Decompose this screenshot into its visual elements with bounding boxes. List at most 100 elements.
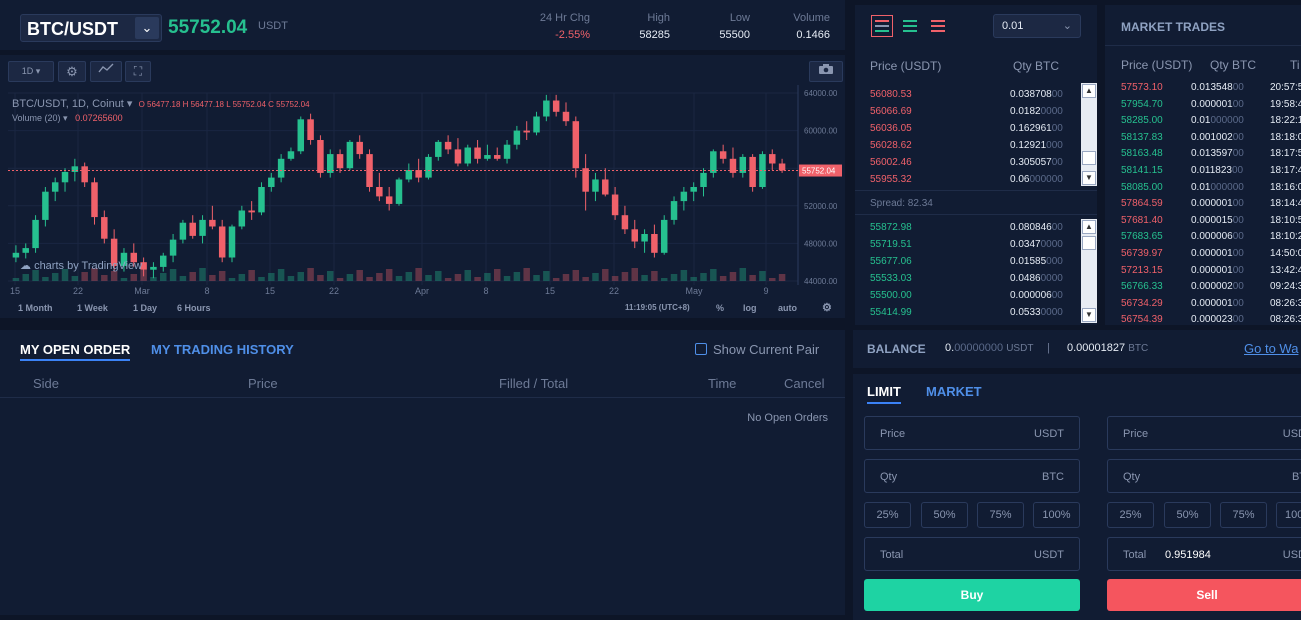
- tab-market[interactable]: MARKET: [926, 384, 982, 399]
- interval-label: 1D: [21, 66, 34, 76]
- trade-qty-tail: 00: [1232, 214, 1244, 226]
- ask-row[interactable]: 56028.62 0.12921000: [870, 140, 1082, 157]
- volume-bar: [12, 278, 20, 281]
- sell-price-label: Price: [1123, 428, 1149, 440]
- scroll-thumb[interactable]: [1082, 151, 1096, 165]
- volume-bar: [199, 268, 206, 281]
- order-qty-tail: 0000: [1040, 106, 1063, 117]
- indicators-icon[interactable]: [90, 61, 122, 82]
- buy-pct-100[interactable]: 100%: [1033, 502, 1080, 528]
- bid-row[interactable]: 55500.00 0.00000600: [870, 290, 1082, 307]
- order-price: 55677.06: [870, 256, 912, 267]
- sell-price-field[interactable]: Price USD: [1107, 416, 1301, 450]
- wallet-link[interactable]: Go to Wa: [1244, 341, 1298, 356]
- log-toggle[interactable]: log: [743, 303, 757, 313]
- bid-scrollbar[interactable]: ▲ ▼: [1081, 219, 1097, 323]
- show-current-pair[interactable]: Show Current Pair: [695, 342, 819, 357]
- candle-body: [503, 144, 511, 159]
- buy-pct-75[interactable]: 75%: [977, 502, 1024, 528]
- tab-limit[interactable]: LIMIT: [867, 384, 901, 404]
- gear-icon[interactable]: ⚙: [58, 61, 86, 82]
- buy-qty-label: Qty: [880, 471, 898, 483]
- view-both-icon[interactable]: [871, 15, 893, 37]
- ask-row[interactable]: 56080.53 0.03870800: [870, 89, 1082, 106]
- balance-btc: 0.00001827 BTC: [1067, 342, 1148, 354]
- scroll-down-icon[interactable]: ▼: [1082, 308, 1096, 322]
- volume-bar: [81, 272, 88, 281]
- sell-pct-50[interactable]: 50%: [1164, 502, 1211, 528]
- buy-pct-50[interactable]: 50%: [921, 502, 968, 528]
- buy-button[interactable]: Buy: [864, 579, 1080, 611]
- view-asks-icon[interactable]: [927, 15, 949, 37]
- order-qty-tail: 00: [1051, 157, 1063, 168]
- interval-select[interactable]: 1D ▾: [8, 61, 54, 82]
- candle-body: [670, 201, 678, 220]
- ask-row[interactable]: 56036.05 0.16296100: [870, 123, 1082, 140]
- volume-bar: [415, 268, 422, 281]
- order-price: 55719.51: [870, 239, 912, 250]
- sell-total-field[interactable]: Total 0.951984 USD: [1107, 537, 1301, 571]
- fullscreen-icon[interactable]: ⛶: [125, 61, 151, 82]
- precision-select[interactable]: 0.01 ⌄: [993, 14, 1081, 38]
- order-price: 56036.05: [870, 123, 912, 134]
- volume-bar: [209, 275, 216, 281]
- bid-row[interactable]: 55533.03 0.04860000: [870, 273, 1082, 290]
- volume-bar: [631, 268, 638, 281]
- volume-bar: [602, 269, 609, 281]
- bid-row[interactable]: 55719.51 0.03470000: [870, 239, 1082, 256]
- tf-6-hours[interactable]: 6 Hours: [177, 303, 211, 313]
- volume-bar: [150, 277, 157, 281]
- pair-selector[interactable]: BTC/USDT ⌄: [20, 14, 162, 42]
- sell-qty-unit: BT: [1291, 471, 1301, 483]
- candle-body: [621, 215, 629, 230]
- col-side: Side: [33, 376, 60, 391]
- trade-time: 20:57:5: [1270, 82, 1301, 93]
- sell-button[interactable]: Sell: [1107, 579, 1301, 611]
- scroll-up-icon[interactable]: ▲: [1082, 84, 1096, 98]
- timeframe-bar: 1 Month 1 Week 1 Day 6 Hours 11:19:05 (U…: [0, 301, 845, 317]
- balance-usdt: 0.00000000 USDT: [945, 342, 1033, 354]
- tf-1-week[interactable]: 1 Week: [77, 303, 108, 313]
- volume-bar: [218, 271, 226, 281]
- buy-price-field[interactable]: Price USDT: [864, 416, 1080, 450]
- candle-body: [160, 255, 167, 267]
- tf-1-month[interactable]: 1 Month: [18, 303, 53, 313]
- trade-qty-value: 0.01: [1191, 181, 1211, 193]
- ask-row[interactable]: 56002.46 0.30505700: [870, 157, 1082, 174]
- ask-row[interactable]: 56066.69 0.01820000: [870, 106, 1082, 123]
- tab-open-order[interactable]: MY OPEN ORDER: [20, 342, 131, 361]
- candle-body: [611, 194, 619, 216]
- auto-toggle[interactable]: auto: [778, 303, 797, 313]
- checkbox[interactable]: [695, 343, 707, 355]
- candle-body: [32, 219, 39, 249]
- bid-row[interactable]: 55414.99 0.05330000: [870, 307, 1082, 324]
- stat-value: 0.1466: [796, 29, 830, 41]
- buy-pct-25[interactable]: 25%: [864, 502, 911, 528]
- buy-total-field[interactable]: Total USDT: [864, 537, 1080, 571]
- order-qty: 0.30505700: [1010, 157, 1063, 168]
- bid-row[interactable]: 55872.98 0.08084600: [870, 222, 1082, 239]
- sell-qty-field[interactable]: Qty BT: [1107, 459, 1301, 493]
- volume-bar: [71, 276, 79, 281]
- candle-body: [150, 266, 157, 270]
- sell-pct-25[interactable]: 25%: [1107, 502, 1154, 528]
- ask-row[interactable]: 55955.32 0.06000000: [870, 174, 1082, 191]
- legend-title: BTC/USDT, 1D, Coinut: [12, 98, 124, 110]
- scroll-thumb[interactable]: [1082, 236, 1096, 250]
- scroll-down-icon[interactable]: ▼: [1082, 171, 1096, 185]
- percent-toggle[interactable]: %: [716, 303, 724, 313]
- sell-pct-100[interactable]: 100: [1276, 502, 1301, 528]
- chevron-down-icon[interactable]: ⌄: [135, 17, 159, 39]
- camera-icon[interactable]: [809, 61, 843, 82]
- bid-row[interactable]: 55677.06 0.01585000: [870, 256, 1082, 273]
- tf-1-day[interactable]: 1 Day: [133, 303, 157, 313]
- trade-time: 18:10:5: [1270, 214, 1301, 226]
- sell-pct-75[interactable]: 75%: [1220, 502, 1267, 528]
- ask-scrollbar[interactable]: ▲ ▼: [1081, 83, 1097, 186]
- scroll-up-icon[interactable]: ▲: [1082, 220, 1096, 234]
- tab-trading-history[interactable]: MY TRADING HISTORY: [151, 342, 294, 357]
- view-bids-icon[interactable]: [899, 15, 921, 37]
- order-qty-value: 0.0533: [1010, 307, 1041, 318]
- buy-qty-field[interactable]: Qty BTC: [864, 459, 1080, 493]
- gear-icon[interactable]: ⚙: [822, 301, 832, 314]
